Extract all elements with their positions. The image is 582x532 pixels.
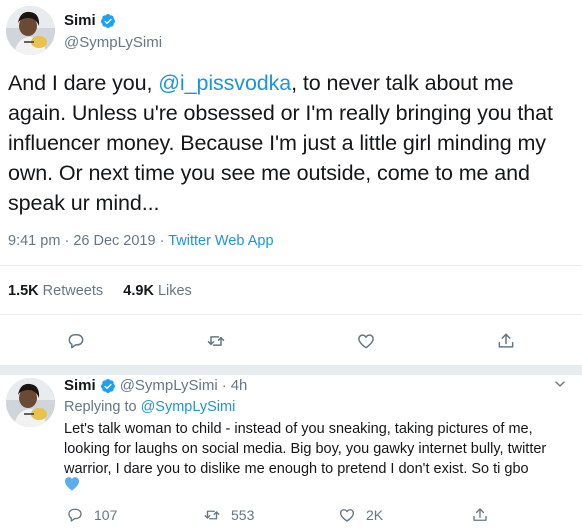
- heart-outline-icon: [358, 334, 374, 349]
- share-button[interactable]: [494, 329, 518, 353]
- retweet-button[interactable]: 553: [203, 506, 254, 524]
- like-button[interactable]: [354, 329, 378, 353]
- likes-label: Likes: [157, 283, 192, 299]
- replying-to-link[interactable]: @SympLySimi: [141, 399, 236, 415]
- section-divider: [0, 365, 582, 375]
- share-upload-icon: [498, 333, 514, 348]
- divider: [0, 314, 582, 315]
- tweet-source-link[interactable]: Twitter Web App: [168, 233, 273, 249]
- verified-badge-icon: [100, 378, 115, 393]
- tweet-text: And I dare you, @i_pissvodka, to never t…: [8, 68, 576, 218]
- tweet-meta: 9:41 pm · 26 Dec 2019 · Twitter Web App: [8, 233, 274, 249]
- meta-separator: ·: [64, 233, 70, 249]
- author-name-text[interactable]: Simi: [64, 12, 96, 29]
- share-button[interactable]: [471, 506, 489, 524]
- likes-stat[interactable]: 4.9K Likes: [123, 283, 192, 299]
- reply-separator: ·: [221, 377, 227, 394]
- verified-badge-icon: [100, 13, 115, 28]
- mention-link[interactable]: @i_pissvodka: [158, 71, 291, 95]
- retweet-count: 553: [231, 507, 255, 523]
- more-options-button[interactable]: [548, 372, 572, 396]
- replying-to-label: Replying to: [64, 399, 137, 415]
- tweet-text-before: And I dare you,: [8, 71, 159, 95]
- heart-outline-icon: [339, 509, 355, 522]
- divider: [0, 265, 582, 266]
- reply-count: 107: [94, 507, 118, 523]
- retweet-arrows-icon: [207, 336, 225, 346]
- like-count: 2K: [366, 507, 384, 523]
- retweet-arrows-icon: [204, 510, 220, 520]
- reply-author-handle[interactable]: @SympLySimi: [120, 377, 218, 394]
- reply-button[interactable]: [64, 329, 88, 353]
- reply-button[interactable]: 107: [66, 506, 117, 524]
- retweets-stat[interactable]: 1.5K Retweets: [8, 283, 103, 299]
- tweet-stats: 1.5K Retweets 4.9K Likes: [8, 283, 192, 299]
- reply-author-name[interactable]: Simi: [64, 377, 96, 394]
- retweets-label: Retweets: [42, 283, 104, 299]
- replying-to: Replying to @SympLySimi: [64, 399, 235, 415]
- reply-header: Simi @SympLySimi · 4h: [64, 377, 247, 394]
- retweet-button[interactable]: [204, 329, 228, 353]
- meta-separator: ·: [159, 233, 165, 249]
- likes-count: 4.9K: [123, 283, 154, 299]
- retweets-count: 1.5K: [8, 283, 39, 299]
- comment-bubble-icon: [68, 334, 84, 349]
- tweet-time[interactable]: 9:41 pm: [8, 233, 60, 249]
- author-handle[interactable]: @SympLySimi: [64, 34, 162, 51]
- chevron-down-icon: [555, 381, 565, 387]
- avatar[interactable]: [6, 6, 55, 55]
- reply-age[interactable]: 4h: [231, 377, 248, 394]
- reply-text: Let's talk woman to child - instead of y…: [64, 421, 547, 477]
- avatar[interactable]: [6, 378, 55, 427]
- comment-bubble-icon: [68, 508, 82, 522]
- author-name[interactable]: Simi: [64, 12, 116, 29]
- like-button[interactable]: 2K: [338, 506, 383, 524]
- blue-heart-emoji: [64, 476, 80, 495]
- share-upload-icon: [473, 508, 487, 521]
- tweet-date[interactable]: 26 Dec 2019: [73, 233, 155, 249]
